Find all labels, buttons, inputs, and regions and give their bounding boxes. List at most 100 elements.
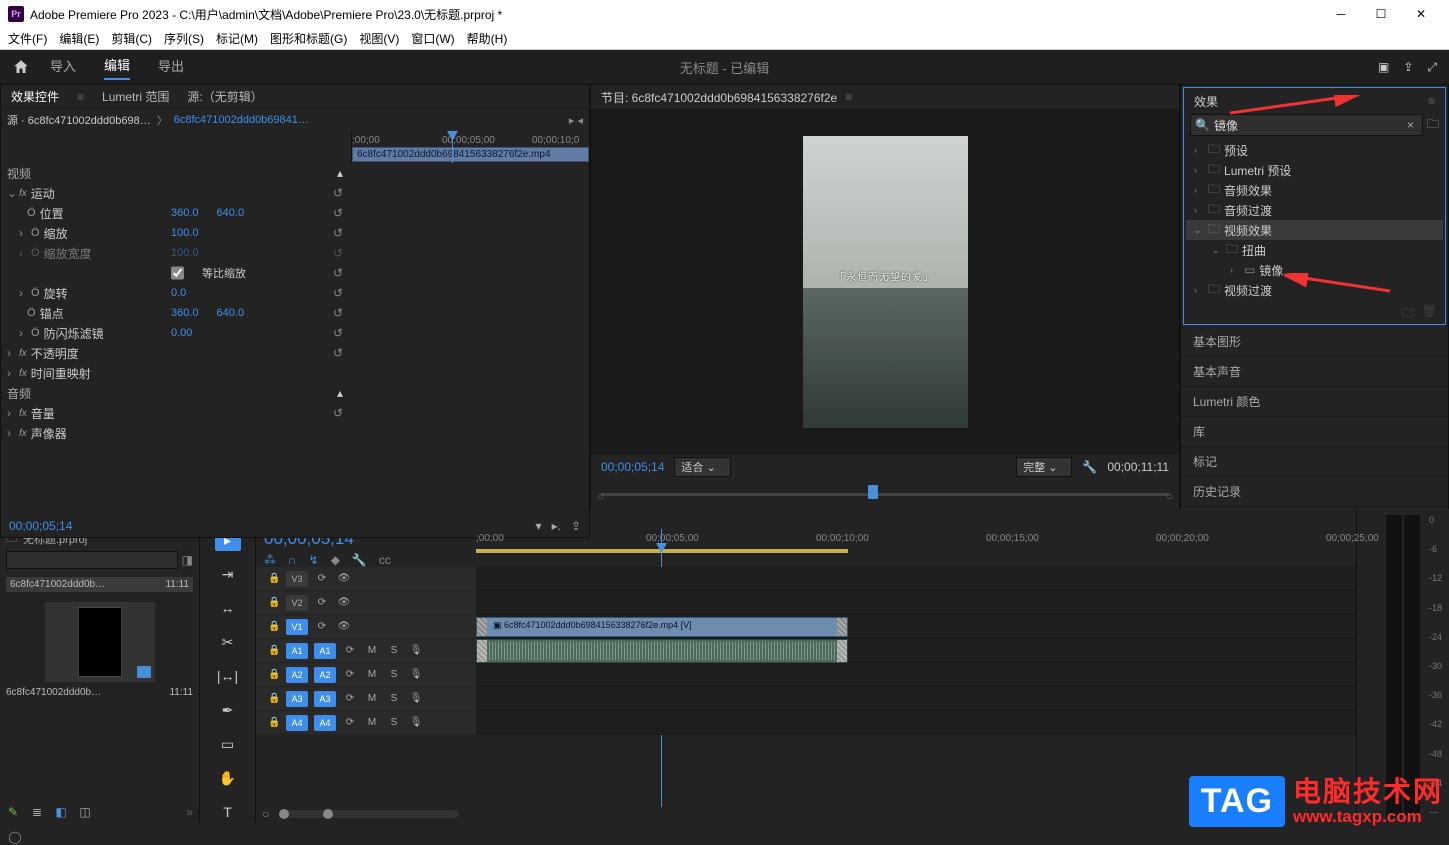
track-target[interactable]: V3 [286, 571, 308, 587]
tab-edit[interactable]: 编辑 [104, 55, 130, 80]
toggle-output-icon[interactable]: 👁 [336, 597, 352, 608]
collapsed-panel[interactable]: 标记 [1181, 447, 1448, 477]
track-target[interactable]: V1 [286, 619, 308, 635]
sync-lock-icon[interactable]: ⟳ [314, 621, 330, 632]
collapsed-panel[interactable]: 库 [1181, 417, 1448, 447]
ec-opacity[interactable]: 不透明度 [31, 345, 79, 362]
lock-icon[interactable]: 🔒 [268, 597, 280, 608]
type-tool[interactable]: T [215, 801, 241, 823]
nest-toggle-icon[interactable]: ⁂ [264, 553, 276, 567]
effects-folder[interactable]: ›🗀音频过渡 [1186, 200, 1443, 220]
source-patch[interactable]: A2 [286, 667, 308, 683]
uniform-scale-checkbox[interactable] [171, 265, 184, 281]
menu-file[interactable]: 文件(F) [8, 30, 47, 47]
menu-edit[interactable]: 编辑(E) [59, 30, 99, 47]
reset-icon[interactable]: ↺ [333, 206, 343, 220]
ec-pos-y[interactable]: 640.0 [217, 207, 245, 219]
reset-icon[interactable]: ↺ [333, 226, 343, 240]
lock-icon[interactable]: 🔒 [268, 693, 280, 704]
clear-search-icon[interactable]: × [1403, 118, 1418, 132]
ec-antiflicker-val[interactable]: 0.00 [171, 327, 192, 339]
sync-lock-icon[interactable]: ⟳ [314, 597, 330, 608]
filter-bin-icon[interactable]: ◨ [182, 553, 193, 567]
video-clip[interactable]: ▣ 6c8fc471002ddd0b6984156338276f2e.mp4 [… [476, 617, 848, 637]
toggle-output-icon[interactable]: M [364, 669, 380, 680]
panel-tab-lumetri-scopes[interactable]: Lumetri 范围 [102, 88, 169, 105]
stopwatch-icon[interactable]: Ö [31, 287, 40, 299]
effects-folder[interactable]: ⌄🗀扭曲 [1186, 240, 1443, 260]
reset-icon[interactable]: ↺ [333, 286, 343, 300]
source-patch[interactable]: A4 [286, 715, 308, 731]
track-target[interactable]: A2 [314, 667, 336, 683]
collapse-icon[interactable]: ▴ [337, 166, 343, 180]
panel-tab-effect-controls[interactable]: 效果控件 [11, 88, 59, 105]
sync-lock-icon[interactable]: ⟳ [342, 645, 358, 656]
project-search[interactable] [6, 551, 178, 569]
collapsed-panel[interactable]: 基本图形 [1181, 327, 1448, 357]
panel-tab-source[interactable]: 源:（无剪辑） [187, 88, 262, 105]
toggle-output-icon[interactable]: M [364, 717, 380, 728]
effects-search-input[interactable] [1214, 118, 1403, 132]
source-patch[interactable]: A1 [286, 643, 308, 659]
captions-icon[interactable]: cc [379, 553, 391, 567]
program-scrubber[interactable]: ○ ○ [601, 483, 1169, 507]
menu-help[interactable]: 帮助(H) [467, 30, 508, 47]
new-custom-bin-icon[interactable]: 🗀 [1402, 304, 1414, 320]
project-item[interactable]: 6c8fc471002ddd0b… 11:11 [6, 598, 193, 699]
lock-icon[interactable]: 🔒 [268, 717, 280, 728]
voice-over-icon[interactable]: 🎙 [408, 669, 424, 680]
stopwatch-icon[interactable]: Ö [27, 207, 36, 219]
ec-timeremap[interactable]: 时间重映射 [31, 365, 91, 382]
source-patch[interactable]: A3 [286, 691, 308, 707]
maximize-button[interactable]: ☐ [1361, 0, 1401, 28]
panel-menu-icon[interactable]: ≡ [1428, 94, 1435, 108]
program-tc-left[interactable]: 00;00;05;14 [601, 460, 664, 474]
menu-markers[interactable]: 标记(M) [216, 30, 258, 47]
close-button[interactable]: ✕ [1401, 0, 1441, 28]
reset-icon[interactable]: ↺ [333, 326, 343, 340]
pen-tool[interactable]: ✒ [215, 699, 241, 721]
ec-anchor-y[interactable]: 640.0 [217, 307, 245, 319]
track-target[interactable]: V2 [286, 595, 308, 611]
collapsed-panel[interactable]: 基本声音 [1181, 357, 1448, 387]
lock-icon[interactable]: 🔒 [268, 621, 280, 632]
write-enable-icon[interactable]: ✎ [6, 805, 20, 819]
track-target[interactable]: A1 [314, 643, 336, 659]
track-select-tool[interactable]: ⇥ [215, 563, 241, 585]
effects-folder[interactable]: ⌄🗀视频效果 [1186, 220, 1443, 240]
effects-folder[interactable]: ›🗀视频过渡 [1186, 280, 1443, 300]
home-icon[interactable] [12, 58, 30, 76]
voice-over-icon[interactable]: 🎙 [408, 693, 424, 704]
toggle-output-icon[interactable]: 👁 [336, 621, 352, 632]
ec-panner[interactable]: 声像器 [31, 425, 67, 442]
freeform-view-icon[interactable]: ◫ [78, 805, 92, 819]
effects-folder[interactable]: ›🗀Lumetri 预设 [1186, 160, 1443, 180]
minimize-button[interactable]: － [1321, 0, 1361, 28]
menu-graphics[interactable]: 图形和标题(G) [270, 30, 347, 47]
sync-lock-icon[interactable]: ⟳ [342, 669, 358, 680]
solo-icon[interactable]: S [386, 669, 402, 680]
ec-clip-label[interactable]: 6c8fc471002ddd0b69841… [174, 114, 309, 126]
voice-over-icon[interactable]: 🎙 [408, 717, 424, 728]
linked-selection-icon[interactable]: ↯ [309, 553, 319, 567]
playhead-handle[interactable] [868, 485, 878, 499]
sync-lock-icon[interactable]: ⟳ [314, 573, 330, 584]
settings-icon[interactable]: 🔧 [1082, 460, 1097, 474]
sync-lock-icon[interactable]: ⟳ [342, 717, 358, 728]
collapsed-panel[interactable]: Lumetri 颜色 [1181, 387, 1448, 417]
toggle-output-icon[interactable]: 👁 [336, 573, 352, 584]
share-icon[interactable]: ⇪ [1403, 60, 1413, 75]
project-item[interactable]: 6c8fc471002ddd0b… 11:11 [6, 577, 193, 592]
stopwatch-icon[interactable]: Ö [31, 327, 40, 339]
toggle-output-icon[interactable]: M [364, 693, 380, 704]
audio-clip[interactable] [476, 639, 848, 663]
menu-clip[interactable]: 剪辑(C) [111, 30, 152, 47]
lock-icon[interactable]: 🔒 [268, 645, 280, 656]
effects-search[interactable]: 🔍 × [1190, 114, 1423, 136]
ec-rotation-val[interactable]: 0.0 [171, 287, 186, 299]
timeline-zoom-slider[interactable] [279, 810, 459, 818]
resolution-select[interactable]: 完整 ⌄ [1016, 457, 1072, 477]
ec-motion[interactable]: 运动 [31, 185, 55, 202]
list-view-icon[interactable]: ≣ [30, 805, 44, 819]
lock-icon[interactable]: 🔒 [268, 573, 280, 584]
